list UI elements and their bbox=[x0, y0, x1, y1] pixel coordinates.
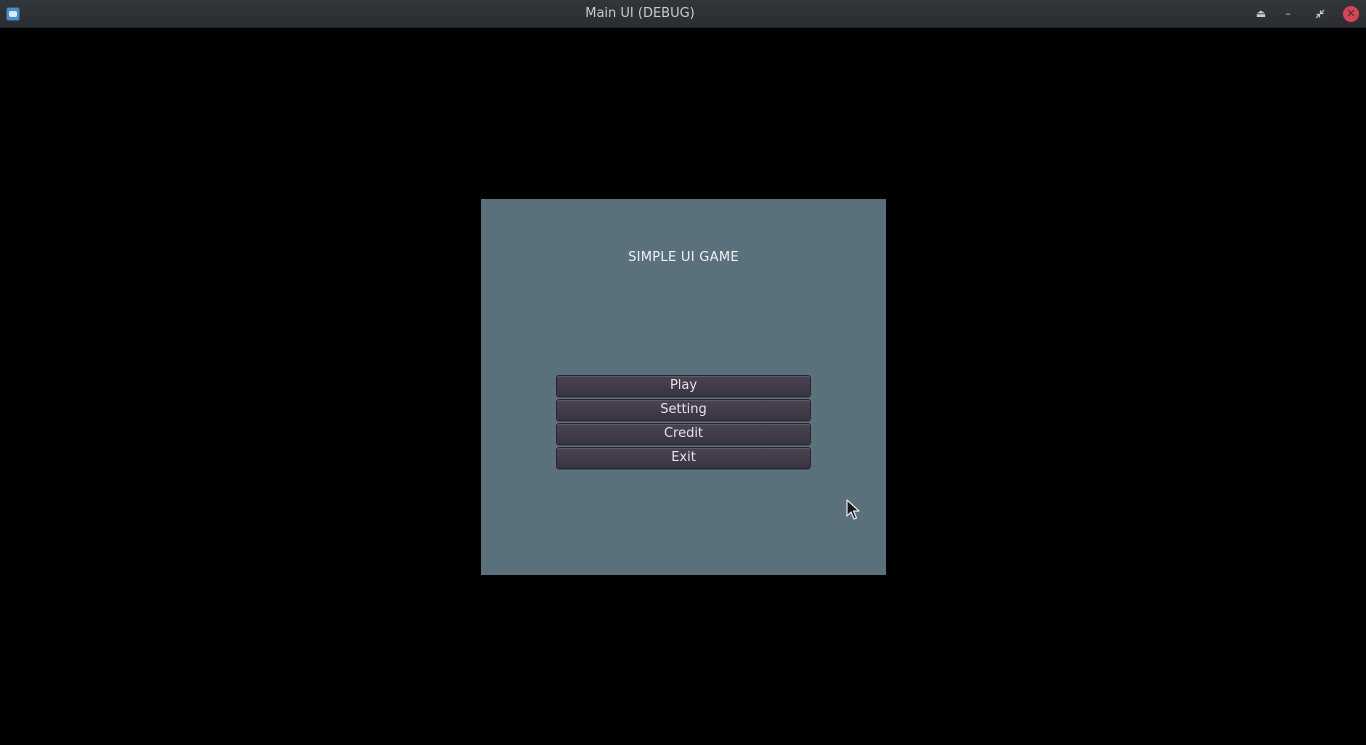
game-title: SIMPLE UI GAME bbox=[628, 250, 739, 265]
credit-button[interactable]: Credit bbox=[556, 423, 811, 445]
keep-above-icon[interactable]: ⏏ bbox=[1252, 5, 1270, 23]
mouse-cursor-icon bbox=[846, 499, 860, 520]
window-titlebar[interactable]: Main UI (DEBUG) ⏏ – ✕ bbox=[0, 0, 1366, 28]
restore-icon[interactable] bbox=[1311, 5, 1329, 23]
play-button[interactable]: Play bbox=[556, 375, 811, 397]
main-menu: Play Setting Credit Exit bbox=[556, 375, 811, 471]
minimize-icon[interactable]: – bbox=[1279, 5, 1297, 23]
setting-button[interactable]: Setting bbox=[556, 399, 811, 421]
game-viewport: SIMPLE UI GAME Play Setting Credit Exit bbox=[481, 199, 886, 575]
exit-button[interactable]: Exit bbox=[556, 447, 811, 469]
window-title: Main UI (DEBUG) bbox=[585, 6, 695, 21]
close-icon[interactable]: ✕ bbox=[1343, 6, 1359, 22]
